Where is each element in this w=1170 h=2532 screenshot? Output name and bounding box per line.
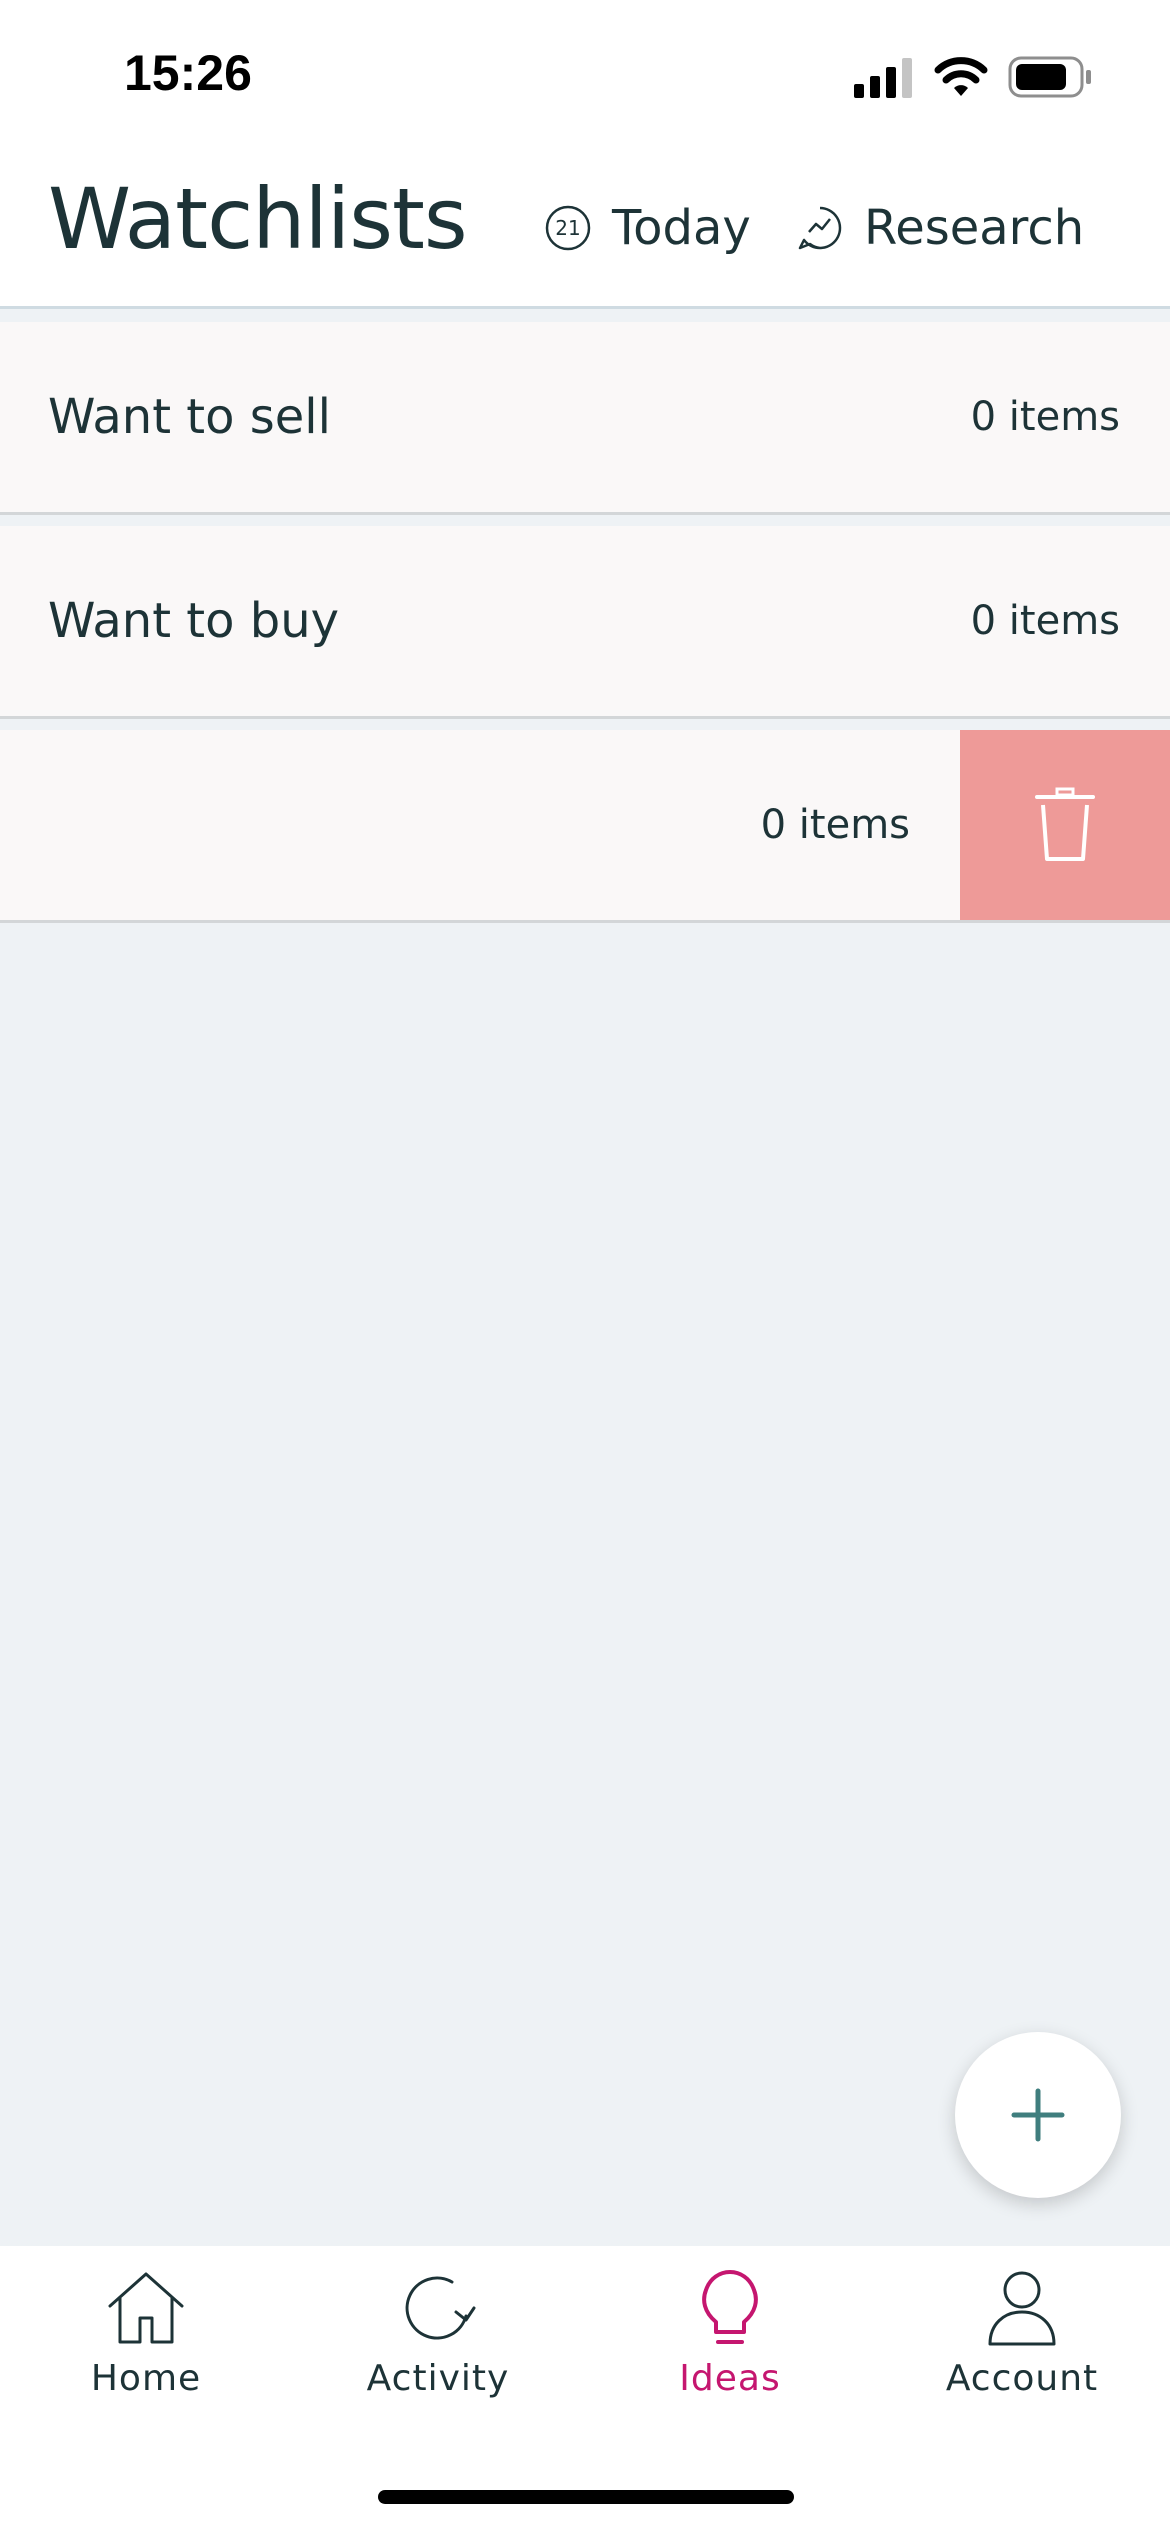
activity-icon [405, 2276, 476, 2340]
nav-account[interactable]: Account [876, 2266, 1168, 2416]
status-time: 15:26 [124, 45, 252, 101]
nav-account-label: Account [945, 2358, 1099, 2399]
plus-icon [1011, 2088, 1065, 2142]
today-label: Today [612, 200, 751, 256]
status-bar: 15:26 [0, 0, 1170, 150]
nav-home[interactable]: Home [0, 2266, 292, 2416]
watchlist-row-want-to-sell[interactable]: Want to sell 0 items [0, 322, 1170, 515]
add-watchlist-button[interactable] [955, 2032, 1121, 2198]
watchlist-row-want-to-buy[interactable]: Want to buy 0 items [0, 526, 1170, 719]
nav-home-label: Home [90, 2358, 202, 2399]
nav-ideas-label: Ideas [679, 2358, 781, 2399]
today-link[interactable]: 21 Today [544, 198, 751, 258]
wifi-icon [934, 57, 988, 96]
trash-icon [1035, 787, 1095, 861]
watchlist-name: Want to buy [48, 593, 340, 649]
bottom-nav: Home Activity Ideas Account [0, 2246, 1170, 2532]
research-label: Research [864, 200, 1085, 256]
signal-icon [854, 58, 912, 98]
home-icon [108, 2272, 184, 2344]
today-badge: 21 [555, 216, 580, 240]
calendar-day-icon: 21 [545, 205, 591, 251]
lightbulb-icon [702, 2270, 758, 2344]
watchlist-count: 0 items [970, 394, 1120, 440]
nav-ideas[interactable]: Ideas [584, 2266, 876, 2416]
page-title: Watchlists [48, 170, 468, 268]
battery-icon [1008, 56, 1091, 98]
nav-activity[interactable]: Activity [292, 2266, 584, 2416]
watchlist-count: 0 items [970, 598, 1120, 644]
delete-watchlist-button[interactable] [960, 730, 1170, 920]
home-indicator [378, 2490, 794, 2504]
watchlist-count: 0 items [760, 802, 910, 848]
header: Watchlists 21 Today Research [0, 150, 1170, 309]
research-icon [798, 206, 842, 250]
watchlist-name: Want to sell [48, 389, 331, 445]
research-link[interactable]: Research [796, 198, 1084, 258]
watchlist-row-swiped[interactable]: 0 items [0, 730, 1170, 923]
nav-activity-label: Activity [366, 2358, 510, 2399]
account-icon [988, 2271, 1056, 2346]
